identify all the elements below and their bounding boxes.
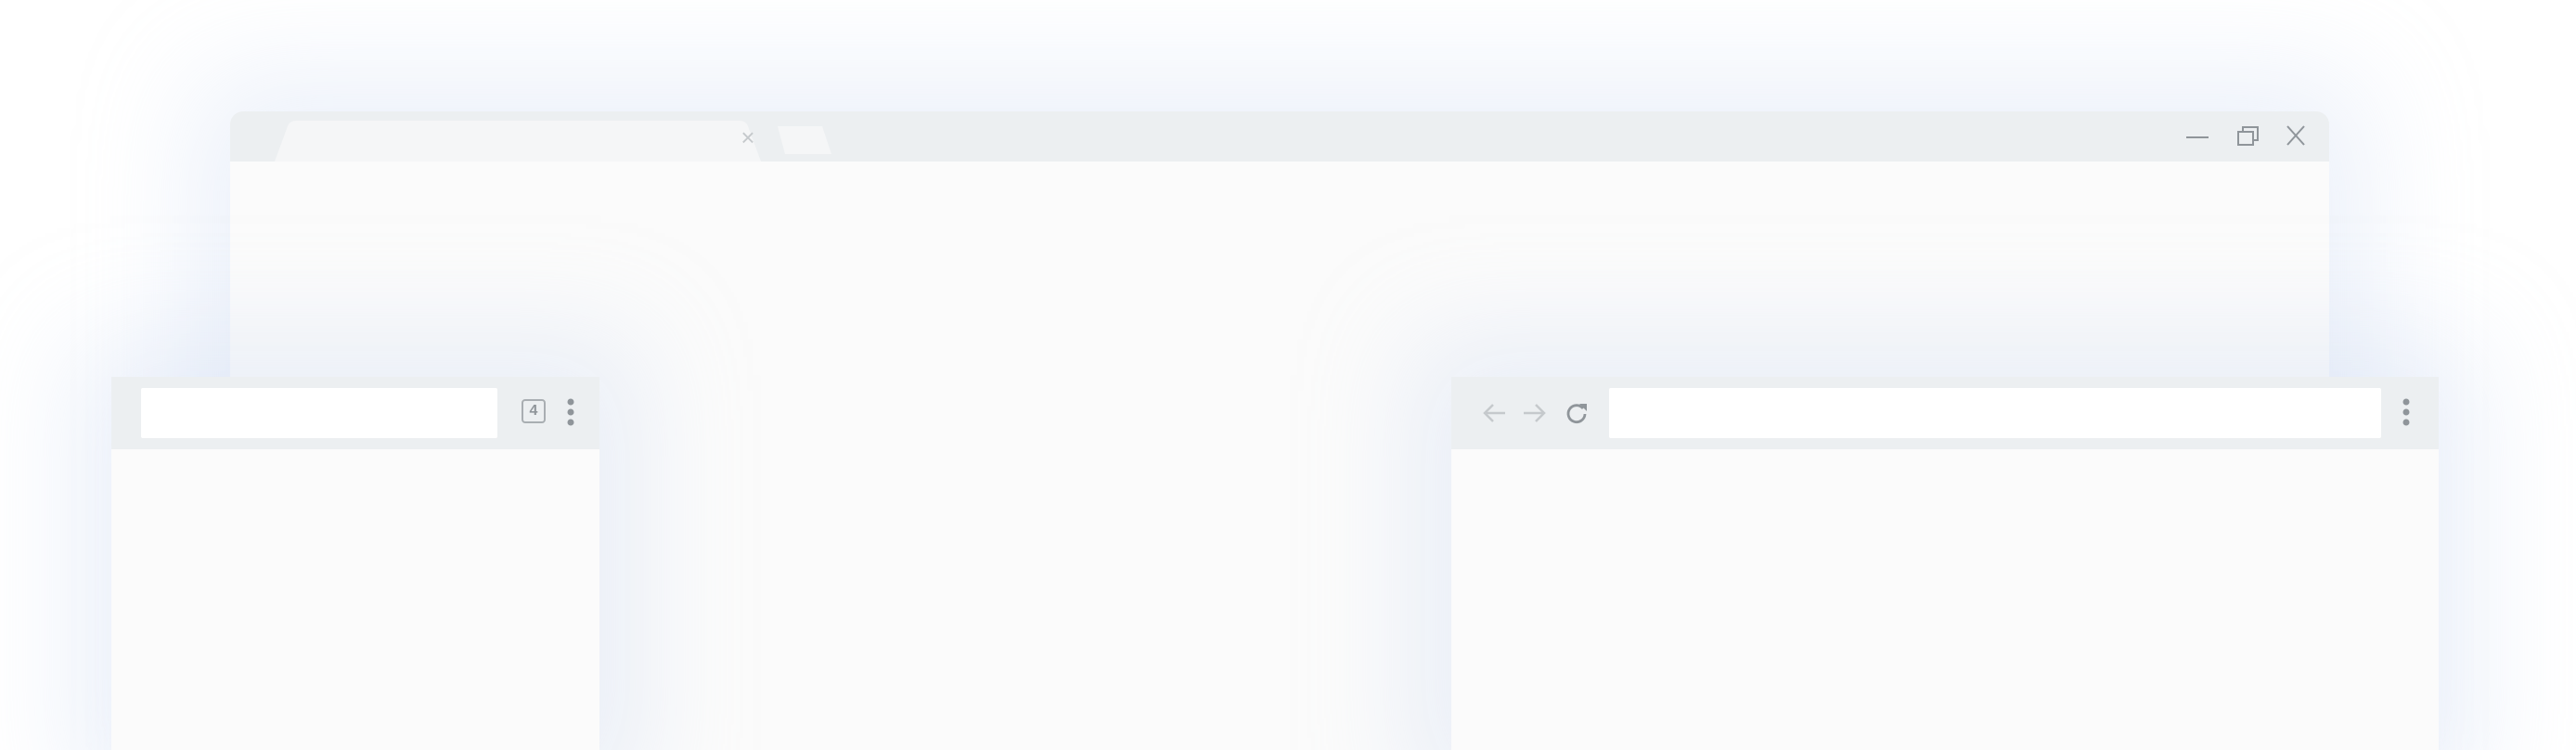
active-tab[interactable] [275,121,776,162]
browser-illustration: × 4 [0,0,2576,750]
tab-close-icon[interactable]: × [737,125,759,149]
mobile-browser-window: 4 [111,377,599,750]
tablet-browser-window [1451,377,2439,750]
tablet-toolbar [1451,377,2439,449]
close-icon[interactable] [2281,123,2311,149]
title-bar: × [230,111,2329,162]
address-bar[interactable] [1609,388,2381,438]
minimize-icon[interactable] [2183,123,2212,149]
address-bar[interactable] [141,388,497,438]
arrow-back-icon[interactable] [1481,399,1509,427]
more-vert-icon[interactable] [564,395,577,429]
more-vert-icon[interactable] [2400,395,2413,429]
window-controls [2125,111,2329,162]
restore-icon[interactable] [2233,123,2262,149]
arrow-forward-icon[interactable] [1520,399,1548,427]
tab-switcher-icon[interactable]: 4 [522,399,546,423]
mobile-toolbar: 4 [111,377,599,449]
new-tab-button[interactable] [776,124,833,156]
reload-icon[interactable] [1563,399,1591,427]
